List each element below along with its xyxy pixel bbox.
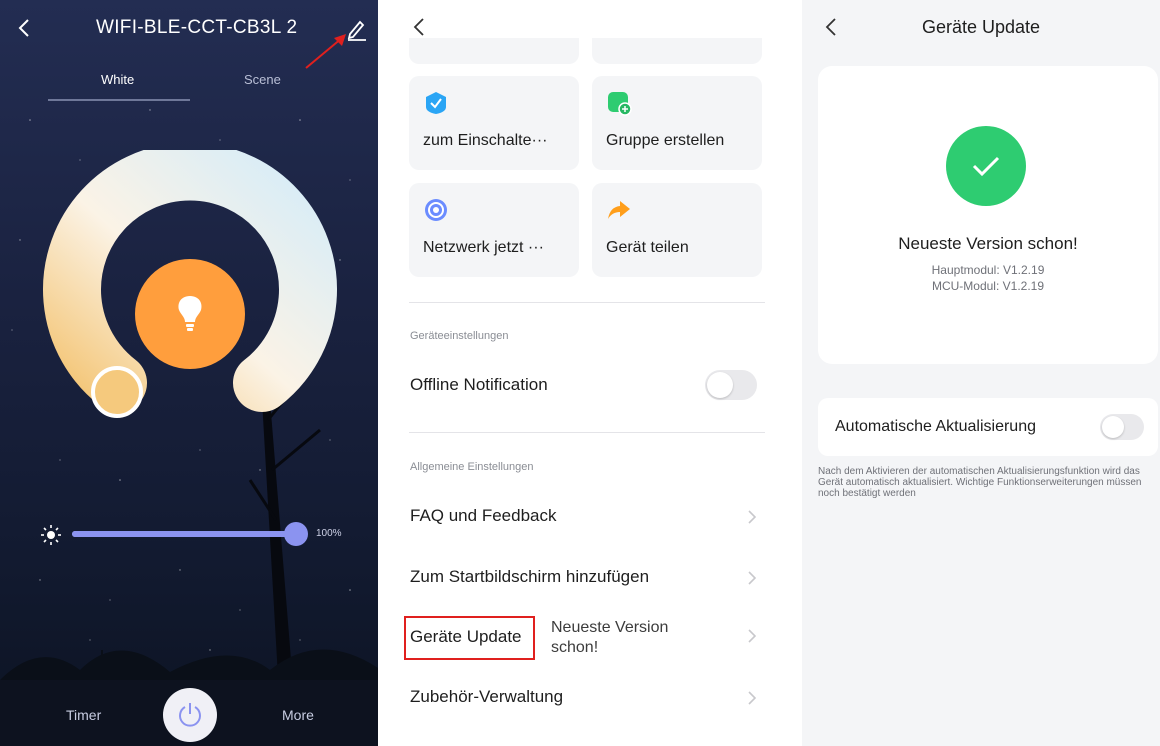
quick-action-share[interactable]: Gerät teilen [592,183,762,277]
back-icon[interactable] [412,16,426,38]
shield-check-icon [426,92,446,114]
quick-action-create-group[interactable]: Gruppe erstellen [592,76,762,170]
auto-update-row: Automatische Aktualisierung [818,398,1158,456]
quick-action-label: Netzwerk jetzt ··· [423,239,544,256]
brightness-slider[interactable] [72,531,296,537]
quick-action-card[interactable] [409,38,579,64]
brightness-slider-knob[interactable] [284,522,308,546]
quick-action-label: zum Einschalte··· [423,132,548,149]
auto-update-label: Automatische Aktualisierung [835,418,1036,435]
device-settings-section-label: Geräteeinstellungen [410,330,509,342]
checkmark-icon [972,156,1000,177]
light-bulb-icon [178,296,202,331]
success-check-badge [946,126,1026,206]
update-status-text: Neueste Version schon! [551,619,669,656]
network-icon [425,199,447,221]
brightness-slider-fill [72,531,296,537]
auto-update-note: Nach dem Aktivieren der automatischen Ak… [818,466,1142,499]
device-update-row[interactable]: Geräte Update [410,627,522,647]
add-group-icon [608,92,632,116]
offline-notification-toggle[interactable] [705,370,757,400]
quick-action-label: Gerät teilen [606,239,689,256]
share-icon [608,201,630,219]
device-title: WIFI-BLE-CCT-CB3L 2 [96,17,298,38]
chevron-right-icon [748,629,757,643]
active-tab-indicator [48,99,190,101]
quick-action-label: Gruppe erstellen [606,132,725,149]
tab-white[interactable]: White [101,72,134,87]
chevron-right-icon [748,571,757,585]
annotation-arrow-icon [305,34,346,69]
timer-button[interactable]: Timer [66,707,101,723]
mcu-module-version: MCU-Modul: V1.2.19 [931,279,1045,293]
general-settings-section-label: Allgemeine Einstellungen [410,461,534,473]
quick-action-power-on[interactable]: zum Einschalte··· [409,76,579,170]
power-icon [179,703,201,727]
divider [409,432,765,433]
power-button[interactable] [163,688,217,742]
chevron-right-icon [748,691,757,705]
offline-notification-label: Offline Notification [410,375,548,394]
device-settings-screen: zum Einschalte··· Gruppe erstellen Netzw… [392,0,782,746]
quick-action-card[interactable] [592,38,762,64]
divider [409,302,765,303]
brightness-sun-icon [41,525,61,545]
auto-update-toggle[interactable] [1100,414,1144,440]
latest-version-headline: Neueste Version schon! [898,234,1078,253]
faq-feedback-row[interactable]: FAQ und Feedback [410,506,556,526]
page-title: Geräte Update [921,17,1041,37]
light-bulb-button[interactable] [135,259,245,369]
back-icon[interactable] [14,16,36,40]
main-module-version: Hauptmodul: V1.2.19 [931,263,1045,277]
brightness-value: 100% [316,528,342,539]
color-temperature-handle[interactable] [91,366,143,418]
lamp-control-screen: WIFI-BLE-CCT-CB3L 2 White Scene 100% Tim… [0,0,378,746]
accessory-management-row[interactable]: Zubehör-Verwaltung [410,687,563,707]
tab-scene[interactable]: Scene [244,72,281,87]
more-button[interactable]: More [282,707,314,723]
device-update-screen: Geräte Update Neueste Version schon! Hau… [802,0,1160,746]
quick-action-network[interactable]: Netzwerk jetzt ··· [409,183,579,277]
version-card: Neueste Version schon! Hauptmodul: V1.2.… [818,66,1158,364]
add-to-homescreen-row[interactable]: Zum Startbildschirm hinzufügen [410,567,649,587]
chevron-right-icon [748,510,757,524]
